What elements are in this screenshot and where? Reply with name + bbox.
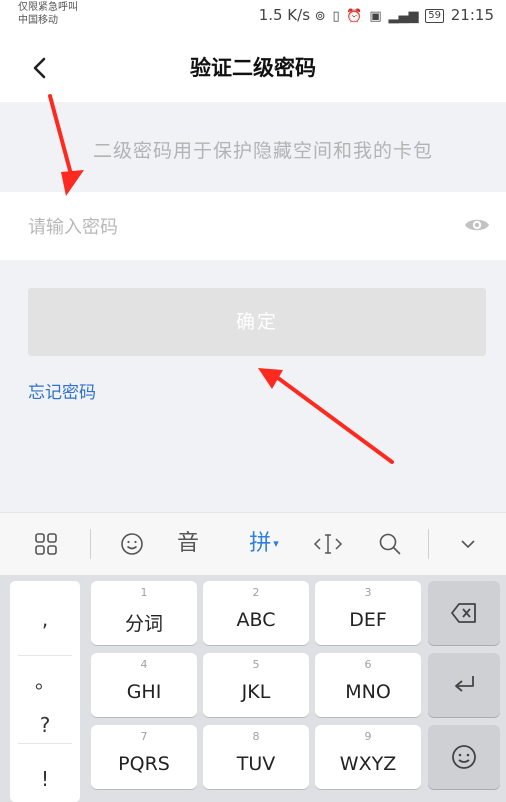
hint-band: 二级密码用于保护隐藏空间和我的卡包: [0, 102, 506, 192]
key-label: MNO: [345, 681, 391, 703]
punct-exclaim[interactable]: !: [10, 767, 80, 791]
punct-comma[interactable]: ,: [10, 607, 80, 631]
header: 验证二级密码: [0, 36, 506, 102]
eye-icon[interactable]: [464, 216, 490, 234]
enter-icon: [455, 676, 474, 692]
toolbar-divider: [90, 529, 91, 559]
punct-divider: [18, 743, 72, 744]
key-label: GHI: [126, 681, 162, 703]
caret-down-icon: ▾: [273, 537, 279, 550]
key-8-tuv[interactable]: 8 TUV: [203, 725, 309, 789]
key-label: DEF: [349, 609, 387, 631]
key-label: JKL: [241, 681, 271, 703]
emoji-icon: [452, 745, 476, 769]
punct-question[interactable]: ?: [10, 713, 80, 737]
search-icon[interactable]: [368, 527, 412, 561]
status-indicators: 1.5 K/s ⊚ ▯ ⏰ ▣ ▂▄▆ 59 21:15: [259, 6, 494, 24]
page-title: 验证二级密码: [190, 56, 316, 80]
alarm-icon: ⏰: [346, 9, 363, 24]
key-label: ABC: [236, 609, 276, 631]
key-label: 分词: [124, 613, 163, 635]
signal-icon: ▂▄▆: [388, 9, 419, 24]
key-4-ghi[interactable]: 4 GHI: [91, 653, 197, 717]
key-number: 3: [364, 586, 372, 599]
key-3-def[interactable]: 3 DEF: [315, 581, 421, 645]
battery-icon: 59: [425, 9, 444, 23]
key-7-pqrs[interactable]: 7 PQRS: [91, 725, 197, 789]
backspace-key[interactable]: [428, 581, 500, 645]
cursor-move-icon[interactable]: [306, 527, 350, 561]
arrow-to-confirm-button: [258, 368, 394, 464]
emergency-only-text: 仅限紧急呼叫: [18, 2, 78, 13]
carrier-name: 中国移动: [18, 15, 58, 26]
pinyin-mode-button[interactable]: 拼 ▾: [236, 527, 292, 561]
punctuation-column[interactable]: , 。 ? !: [10, 581, 80, 802]
confirm-button[interactable]: 确定: [28, 288, 486, 356]
grid-menu-icon[interactable]: [24, 527, 68, 561]
backspace-icon: [451, 603, 476, 623]
emoji-key[interactable]: [428, 725, 500, 789]
emoji-icon[interactable]: [110, 527, 154, 561]
collapse-keyboard-icon[interactable]: [446, 527, 490, 561]
pinyin-label: 拼: [249, 531, 272, 556]
key-number: 8: [252, 730, 260, 743]
punct-period[interactable]: 。: [10, 665, 80, 694]
hint-text: 二级密码用于保护隐藏空间和我的卡包: [92, 140, 433, 162]
key-number: 2: [252, 586, 260, 599]
key-5-jkl[interactable]: 5 JKL: [203, 653, 309, 717]
clock: 21:15: [450, 6, 494, 24]
key-label: WXYZ: [339, 753, 397, 775]
hd-icon: ▣: [369, 9, 382, 24]
password-row: [0, 192, 506, 260]
key-number: 5: [252, 658, 260, 671]
key-1-segment[interactable]: 1 分词: [91, 581, 197, 645]
key-number: 9: [364, 730, 372, 743]
key-2-abc[interactable]: 2 ABC: [203, 581, 309, 645]
key-9-wxyz[interactable]: 9 WXYZ: [315, 725, 421, 789]
keyboard: , 。 ? ! 1 分词 2 ABC 3 DEF 4 GHI 5 JKL 6 M…: [0, 575, 506, 802]
nfc-icon: ⊚: [314, 9, 326, 24]
key-number: 7: [140, 730, 148, 743]
keyboard-toolbar: 音 拼 ▾: [0, 512, 506, 575]
carrier-info: 仅限紧急呼叫 中国移动: [18, 1, 78, 27]
punct-divider: [18, 655, 72, 656]
key-label: PQRS: [118, 753, 170, 775]
key-number: 4: [140, 658, 148, 671]
password-input[interactable]: [26, 208, 450, 246]
voice-input-button[interactable]: 音: [166, 527, 210, 561]
network-speed: 1.5 K/s: [258, 6, 311, 24]
enter-key[interactable]: [428, 653, 500, 717]
toolbar-divider: [428, 529, 429, 559]
forgot-password-link[interactable]: 忘记密码: [28, 378, 96, 403]
vibrate-icon: ▯: [332, 9, 340, 24]
key-number: 1: [140, 586, 148, 599]
key-6-mno[interactable]: 6 MNO: [315, 653, 421, 717]
key-label: TUV: [236, 753, 276, 775]
status-bar: 仅限紧急呼叫 中国移动 1.5 K/s ⊚ ▯ ⏰ ▣ ▂▄▆ 59 21:15: [0, 0, 506, 36]
key-number: 6: [364, 658, 372, 671]
